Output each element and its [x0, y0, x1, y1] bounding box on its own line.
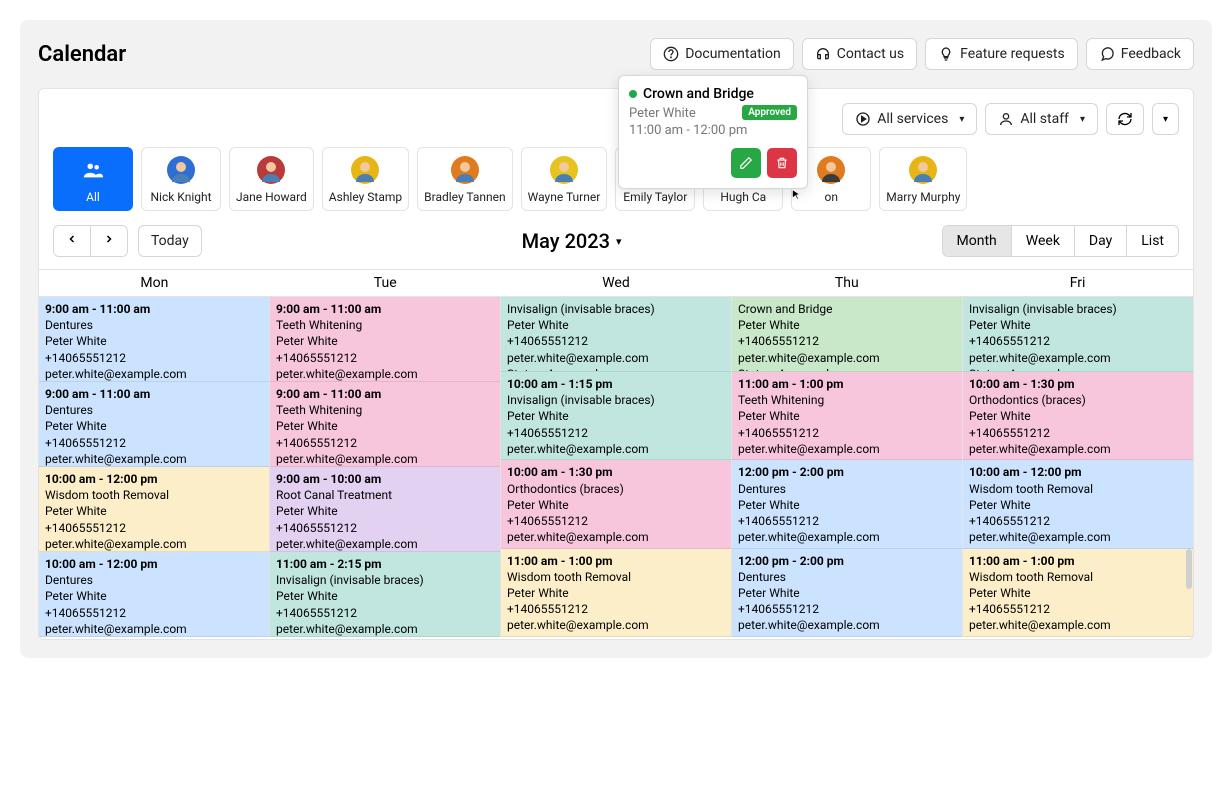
day-header: Thu	[731, 270, 962, 296]
staff-card[interactable]: Ashley Stamp	[322, 147, 409, 211]
event-popover: Crown and Bridge Peter White Approved 11:…	[618, 88, 808, 189]
feature-requests-button[interactable]: Feature requests	[925, 38, 1078, 70]
headset-icon	[815, 46, 831, 62]
feedback-button[interactable]: Feedback	[1086, 38, 1194, 70]
status-badge: Approved	[742, 105, 797, 120]
staff-card[interactable]: Wayne Turner	[521, 147, 608, 211]
calendar-event[interactable]: 12:00 pm - 2:00 pmDenturesPeter White+14…	[732, 549, 962, 637]
next-button[interactable]	[91, 226, 127, 256]
calendar-event[interactable]: 10:00 am - 12:00 pmWisdom tooth RemovalP…	[39, 467, 269, 552]
popover-person: Peter White	[629, 106, 696, 121]
documentation-button[interactable]: Documentation	[650, 38, 794, 70]
calendar-event[interactable]: 11:00 am - 1:00 pmWisdom tooth RemovalPe…	[963, 549, 1193, 637]
staff-label: Marry Murphy	[886, 190, 960, 204]
refresh-button[interactable]	[1106, 103, 1144, 135]
refresh-icon	[1117, 111, 1133, 127]
staff-filter[interactable]: All staff▾	[985, 103, 1098, 135]
calendar-event[interactable]: 10:00 am - 1:30 pmOrthodontics (braces)P…	[501, 460, 731, 548]
calendar-event[interactable]: Invisalign (invisable braces)Peter White…	[963, 297, 1193, 372]
view-day[interactable]: Day	[1075, 226, 1127, 256]
staff-card[interactable]: Jane Howard	[229, 147, 314, 211]
calendar-event[interactable]: 9:00 am - 11:00 amDenturesPeter White+14…	[39, 382, 269, 467]
calendar-event[interactable]: 10:00 am - 12:00 pmWisdom tooth RemovalP…	[963, 460, 1193, 548]
chevron-left-icon	[66, 233, 78, 245]
play-icon	[855, 111, 871, 127]
staff-card[interactable]: Nick Knight	[141, 147, 221, 211]
calendar-event[interactable]: Invisalign (invisable braces)Peter White…	[501, 297, 731, 372]
calendar-event[interactable]: 9:00 am - 11:00 amDenturesPeter White+14…	[39, 297, 269, 382]
avatar	[257, 156, 285, 184]
page-title: Calendar	[38, 42, 126, 67]
calendar-event[interactable]: 11:00 am - 1:00 pmTeeth WhiteningPeter W…	[732, 372, 962, 460]
help-icon	[663, 46, 679, 62]
delete-button[interactable]	[767, 148, 797, 178]
status-dot	[629, 90, 637, 98]
avatar	[550, 156, 578, 184]
contact-button[interactable]: Contact us	[802, 38, 917, 70]
prev-button[interactable]	[54, 226, 91, 256]
scrollbar[interactable]	[1186, 549, 1192, 589]
avatar	[167, 156, 195, 184]
staff-label: All	[86, 190, 100, 204]
chevron-right-icon	[103, 233, 115, 245]
staff-card[interactable]: Marry Murphy	[879, 147, 967, 211]
staff-card[interactable]: Bradley Tannen	[417, 147, 513, 211]
calendar-event[interactable]: 10:00 am - 12:00 pmDenturesPeter White+1…	[39, 552, 269, 637]
staff-label: Ashley Stamp	[329, 190, 402, 204]
calendar-event[interactable]: 11:00 am - 1:00 pmWisdom tooth RemovalPe…	[501, 549, 731, 637]
avatar	[351, 156, 379, 184]
avatar	[817, 156, 845, 184]
chevron-down-icon: ▾	[616, 235, 622, 248]
calendar-column: 9:00 am - 11:00 amDenturesPeter White+14…	[39, 297, 270, 637]
calendar-column: 9:00 am - 11:00 amTeeth WhiteningPeter W…	[270, 297, 501, 637]
staff-label: Wayne Turner	[528, 190, 601, 204]
avatar	[909, 156, 937, 184]
calendar-event[interactable]: 12:00 pm - 2:00 pmDenturesPeter White+14…	[732, 460, 962, 548]
chevron-down-icon: ▾	[959, 114, 964, 125]
calendar-event[interactable]: 9:00 am - 11:00 amTeeth WhiteningPeter W…	[270, 297, 500, 382]
day-header: Mon	[39, 270, 270, 296]
user-icon	[998, 111, 1014, 127]
staff-card[interactable]: All	[53, 147, 133, 211]
chevron-down-icon: ▾	[1163, 114, 1168, 125]
group-icon	[79, 156, 107, 184]
view-month[interactable]: Month	[943, 226, 1012, 256]
staff-label: Nick Knight	[150, 190, 211, 204]
staff-label: on	[825, 190, 838, 204]
more-button[interactable]: ▾	[1152, 103, 1179, 135]
calendar-event[interactable]: 9:00 am - 11:00 amTeeth WhiteningPeter W…	[270, 382, 500, 467]
day-header: Wed	[501, 270, 732, 296]
popover-time: 11:00 am - 12:00 pm	[629, 123, 797, 138]
calendar-event[interactable]: 10:00 am - 1:30 pmOrthodontics (braces)P…	[963, 372, 1193, 460]
day-header: Tue	[270, 270, 501, 296]
staff-label: Bradley Tannen	[424, 190, 506, 204]
staff-label: Hugh Ca	[720, 190, 766, 204]
calendar-event[interactable]: 10:00 am - 1:15 pmInvisalign (invisable …	[501, 372, 731, 460]
lightbulb-icon	[938, 46, 954, 62]
trash-icon	[775, 156, 789, 170]
today-button[interactable]: Today	[138, 225, 202, 257]
day-header: Fri	[962, 270, 1193, 296]
edit-icon	[739, 156, 753, 170]
staff-label: Jane Howard	[236, 190, 307, 204]
avatar	[451, 156, 479, 184]
calendar-column: Invisalign (invisable braces)Peter White…	[963, 297, 1193, 637]
view-week[interactable]: Week	[1012, 226, 1075, 256]
edit-button[interactable]	[731, 148, 761, 178]
calendar-event[interactable]: 11:00 am - 2:15 pmInvisalign (invisable …	[270, 552, 500, 637]
chevron-down-icon: ▾	[1080, 114, 1085, 125]
calendar-column: Invisalign (invisable braces)Peter White…	[501, 297, 732, 637]
staff-label: Emily Taylor	[623, 190, 687, 204]
calendar-event[interactable]: Crown and BridgePeter White+14065551212p…	[732, 297, 962, 372]
calendar-column: Crown and BridgePeter White+14065551212p…	[732, 297, 963, 637]
popover-title: Crown and Bridge	[643, 88, 754, 102]
calendar-event[interactable]: 9:00 am - 10:00 amRoot Canal TreatmentPe…	[270, 467, 500, 552]
chat-icon	[1099, 46, 1115, 62]
services-filter[interactable]: All services▾	[842, 103, 977, 135]
view-list[interactable]: List	[1127, 226, 1178, 256]
month-label[interactable]: May 2023▾	[522, 229, 622, 253]
